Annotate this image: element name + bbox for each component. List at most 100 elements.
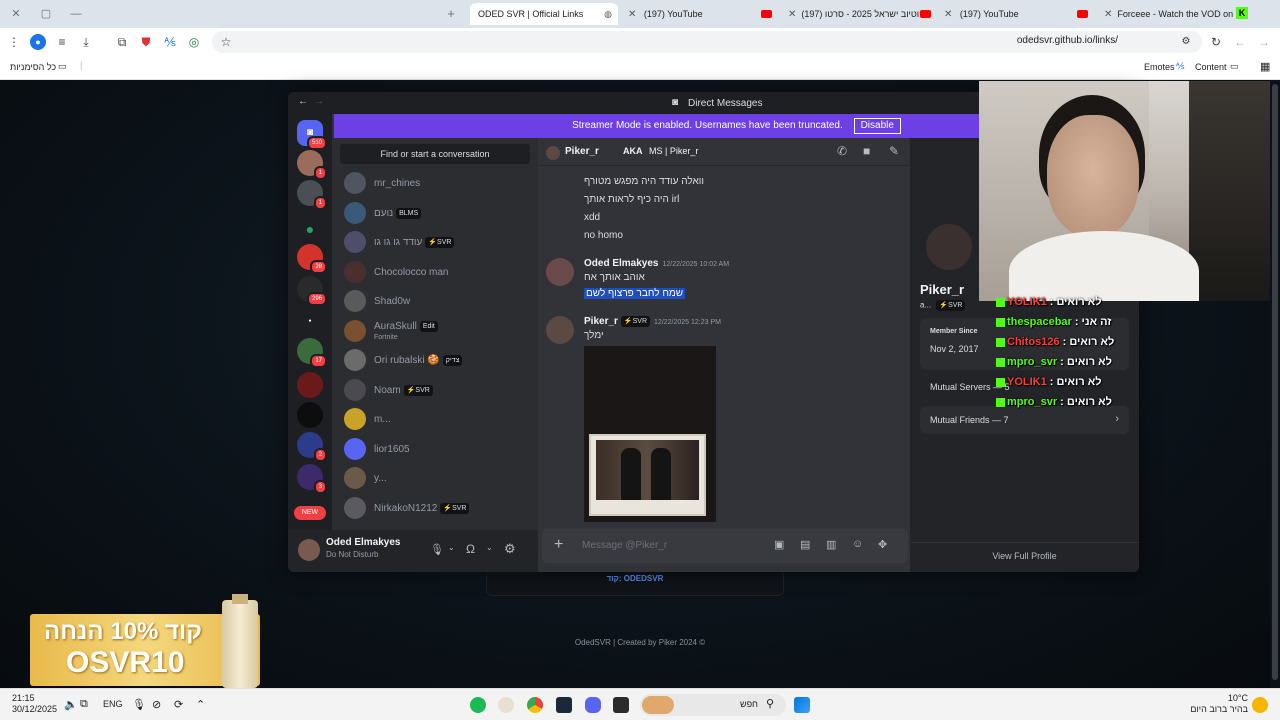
message-author[interactable]: Piker_r xyxy=(584,316,618,327)
shield-icon[interactable]: ⛊ xyxy=(138,34,154,50)
apps-grid-icon[interactable]: ▦ xyxy=(1260,60,1270,73)
address-bar[interactable]: ☆ odedsvr.github.io/links/ ⚙ xyxy=(212,31,1202,53)
forward-arrow-icon[interactable]: → xyxy=(314,96,324,107)
close-window-icon[interactable]: ✕ xyxy=(8,6,24,22)
close-tab-icon[interactable]: ✕ xyxy=(788,9,796,20)
server-icon[interactable]: 2 xyxy=(297,432,327,462)
spotify-icon[interactable] xyxy=(470,697,486,713)
app-icon[interactable] xyxy=(613,697,629,713)
page-scrollbar[interactable] xyxy=(1270,80,1280,688)
server-icon[interactable]: 3 xyxy=(297,464,327,494)
dm-item[interactable]: עודד גו גו גו ⚡SVR xyxy=(340,229,530,257)
new-tab-icon[interactable]: + xyxy=(443,6,459,22)
chat-recipient[interactable]: Piker_r xyxy=(565,146,599,157)
tab-oded-svr[interactable]: ODED SVR | Official Links ◍ xyxy=(470,3,618,25)
dm-item[interactable]: Ori rubalski 🍪 צדיק xyxy=(340,347,530,375)
clock[interactable]: 21:15 30/12/2025 xyxy=(12,693,57,715)
server-icon[interactable]: 1 xyxy=(297,180,327,210)
all-bookmarks-label[interactable]: כל הסימניות xyxy=(10,62,56,72)
view-full-profile-button[interactable]: View Full Profile xyxy=(910,542,1139,561)
call-icon[interactable]: ✆ xyxy=(837,144,847,158)
gift-icon[interactable]: ▣ xyxy=(774,538,784,551)
dm-item[interactable]: y... xyxy=(340,465,530,493)
microphone-icon[interactable]: ● xyxy=(297,216,323,242)
server-icon[interactable]: ● xyxy=(297,308,323,334)
tab-youtube-3[interactable]: ✕ (197) YouTube xyxy=(944,3,1092,25)
find-conversation-button[interactable]: Find or start a conversation xyxy=(340,144,530,164)
speaker-icon[interactable]: 🔈 xyxy=(64,698,78,711)
menu-dots-icon[interactable]: ⋮ xyxy=(6,34,22,50)
settings-gear-icon[interactable]: ⚙ xyxy=(504,541,516,557)
minimize-icon[interactable]: — xyxy=(68,6,84,22)
dm-item[interactable]: lior1605 xyxy=(340,436,530,464)
dm-item[interactable]: AuraSkull Edit Fortnite xyxy=(340,318,530,346)
windows-start-icon[interactable] xyxy=(794,697,810,713)
profile-icon[interactable]: ● xyxy=(30,34,46,50)
notifications-off-icon[interactable]: ⊘ xyxy=(152,698,161,711)
chevron-up-icon[interactable]: ⌃ xyxy=(196,698,205,711)
taskbar-search[interactable]: חפש ⚲ xyxy=(640,694,786,716)
app-icon[interactable] xyxy=(498,697,514,713)
reload-icon[interactable]: ↻ xyxy=(1208,34,1224,50)
chrome-icon[interactable] xyxy=(527,697,543,713)
scrollbar-thumb[interactable] xyxy=(1272,84,1278,680)
bookmark-emotes[interactable]: Emotes xyxy=(1144,62,1175,72)
profile-avatar[interactable] xyxy=(922,220,976,274)
extensions-icon[interactable]: ⧉ xyxy=(114,34,130,50)
site-settings-icon[interactable]: ⚙ xyxy=(1178,34,1194,50)
tab-kick[interactable]: ✕ Forceee - Watch the VOD on K xyxy=(1104,3,1254,25)
add-attachment-icon[interactable]: + xyxy=(554,536,563,554)
server-icon[interactable]: 28 xyxy=(297,244,327,274)
message-author[interactable]: Oded Elmakyes xyxy=(584,258,658,269)
server-icon[interactable]: 1 xyxy=(297,150,327,180)
extension-green-icon[interactable]: ◎ xyxy=(186,34,202,50)
avatar[interactable] xyxy=(298,539,320,561)
server-icon[interactable] xyxy=(297,372,323,398)
dm-item[interactable]: NirkakoN1212 ⚡SVR xyxy=(340,495,530,523)
tab-youtube-2[interactable]: ✕ (197) יוטיוב ישראל 2025 - סרטו... xyxy=(788,3,936,25)
restore-icon[interactable]: ▢ xyxy=(38,6,54,22)
star-icon[interactable]: ☆ xyxy=(218,34,234,50)
chevron-down-icon[interactable]: ⌄ xyxy=(448,543,455,552)
close-tab-icon[interactable]: ✕ xyxy=(628,9,636,20)
close-tab-icon[interactable]: ✕ xyxy=(944,9,952,20)
disable-button[interactable]: Disable xyxy=(853,118,901,134)
back-icon[interactable]: ← xyxy=(1232,34,1248,50)
language-indicator[interactable]: ENG xyxy=(103,699,123,709)
server-icon[interactable] xyxy=(297,402,323,428)
microphone-icon[interactable]: 🎙 xyxy=(430,543,444,556)
server-icon[interactable]: 296 xyxy=(297,276,327,306)
chevron-down-icon[interactable]: ⌄ xyxy=(486,543,493,552)
emoji-icon[interactable]: ☺ xyxy=(852,538,863,550)
pin-icon[interactable]: ✎ xyxy=(889,144,899,158)
dm-item[interactable]: Noam ⚡SVR xyxy=(340,377,530,405)
forward-icon[interactable]: → xyxy=(1256,34,1272,50)
dm-item[interactable]: mr_chines xyxy=(340,170,530,198)
dm-item[interactable]: Shad0w xyxy=(340,288,530,316)
steam-icon[interactable] xyxy=(556,697,572,713)
network-icon[interactable]: ⧉ xyxy=(80,698,88,711)
headphones-icon[interactable]: Ω xyxy=(466,542,475,556)
reading-list-icon[interactable]: ≡ xyxy=(54,34,70,50)
gif-icon[interactable]: ▤ xyxy=(800,538,810,551)
server-icon[interactable]: 17 xyxy=(297,338,327,368)
apps-icon[interactable]: ✥ xyxy=(878,538,887,551)
dm-item[interactable]: Chocolocco man xyxy=(340,259,530,287)
discord-icon[interactable] xyxy=(585,697,601,713)
avatar[interactable] xyxy=(546,258,574,286)
microphone-icon[interactable]: 🎙 xyxy=(132,698,146,711)
weather-widget[interactable]: 10°C בהיר ברוב היום xyxy=(1190,693,1248,715)
video-icon[interactable]: ■ xyxy=(863,144,870,158)
translate-icon[interactable]: ⅍ xyxy=(162,34,178,50)
back-arrow-icon[interactable]: ← xyxy=(298,96,308,107)
bookmark-content[interactable]: Content xyxy=(1195,62,1227,72)
download-icon[interactable]: ⤓ xyxy=(78,34,94,50)
sticker-icon[interactable]: ▥ xyxy=(826,538,836,551)
message-input[interactable]: + Message @Piker_r ▣ ▤ ▥ ☺ ✥ xyxy=(542,529,908,563)
dm-item[interactable]: m... xyxy=(340,406,530,434)
discord-home-icon[interactable]: ◙ 510 xyxy=(297,120,327,150)
close-tab-icon[interactable]: ✕ xyxy=(1104,9,1112,20)
dm-item[interactable]: נועם BLMS xyxy=(340,200,530,228)
avatar[interactable] xyxy=(546,316,574,344)
photo-attachment[interactable] xyxy=(584,346,716,522)
